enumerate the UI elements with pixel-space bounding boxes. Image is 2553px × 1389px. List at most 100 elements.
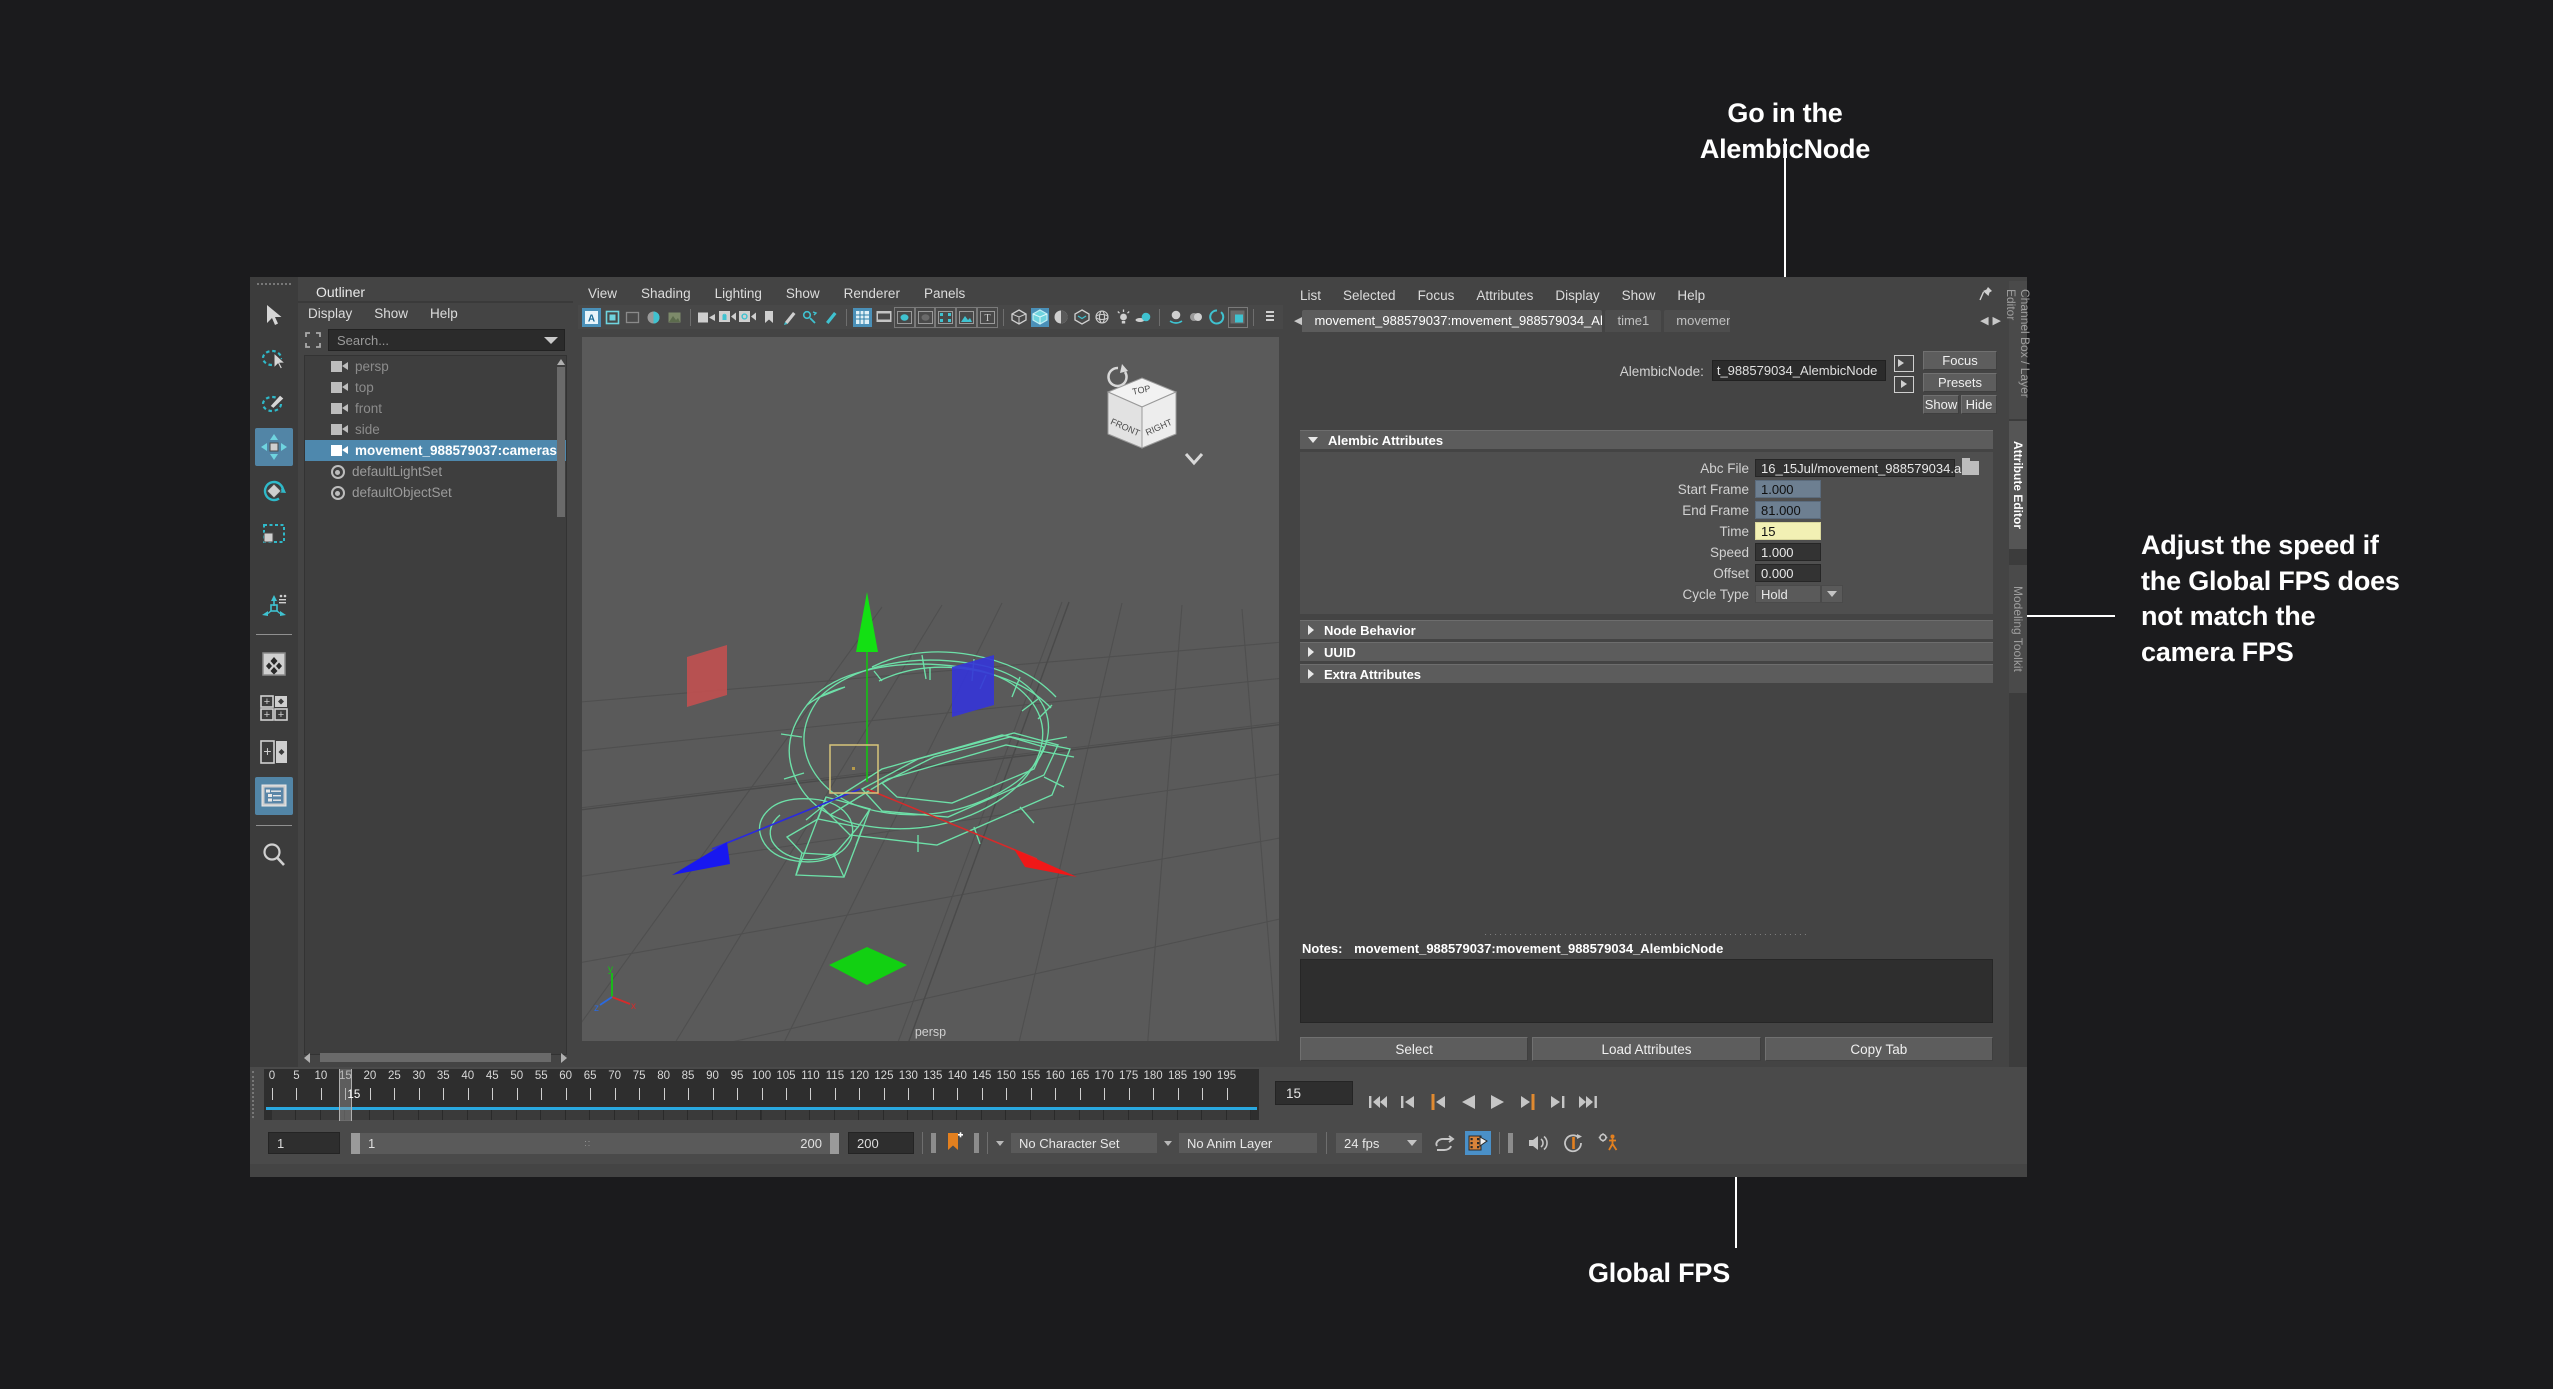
pin-icon[interactable] (1979, 286, 1993, 305)
notes-input[interactable] (1300, 959, 1993, 1023)
viewport-menu-panels[interactable]: Panels (924, 286, 965, 301)
timeline-cell[interactable] (1202, 1110, 1227, 1120)
panel-layout-icon[interactable]: + + + (255, 689, 293, 727)
viewport-menu-lighting[interactable]: Lighting (715, 286, 762, 301)
timeline-cell[interactable] (614, 1110, 640, 1120)
outliner-menu-display[interactable]: Display (308, 306, 352, 321)
frame-selection-icon[interactable] (304, 331, 322, 349)
timeline-cell[interactable] (688, 1110, 713, 1120)
section-node-behavior[interactable]: Node Behavior (1300, 620, 1993, 639)
viewport-menu-shading[interactable]: Shading (641, 286, 691, 301)
list-item[interactable]: defaultLightSet (305, 461, 566, 482)
timeline-cell[interactable] (1177, 1110, 1203, 1120)
fps-select[interactable]: 24 fps (1335, 1132, 1423, 1154)
section-alembic-attributes[interactable]: Alembic Attributes (1300, 430, 1993, 449)
outliner-persp-layout-icon[interactable] (255, 777, 293, 815)
character-set-dropdown-icon[interactable] (996, 1140, 1004, 1146)
range-slider[interactable]: 1 :: 200 (350, 1131, 840, 1155)
ae-menu-selected[interactable]: Selected (1343, 288, 1396, 303)
camera-attributes-icon[interactable] (603, 308, 622, 327)
scale-tool-icon[interactable] (255, 516, 293, 554)
timeline-cell[interactable] (516, 1110, 542, 1120)
outliner-horizontal-scrollbar[interactable] (304, 1052, 567, 1063)
timeline-track[interactable]: 0 5 10 15 20 25 30 35 40 45 50 55 60 65 70 75 80 85 90 95 10… (264, 1069, 1259, 1121)
viewport-menu-renderer[interactable]: Renderer (844, 286, 900, 301)
timeline-cell[interactable] (1104, 1110, 1129, 1120)
safe-action-icon[interactable] (956, 306, 978, 328)
scroll-up-arrow-icon[interactable] (556, 359, 565, 365)
anti-alias-icon[interactable] (1208, 308, 1227, 327)
timeline-cell[interactable] (590, 1110, 615, 1120)
viewport-canvas[interactable]: TOP FRONT RIGHT y x z persp (582, 337, 1279, 1041)
timeline-cell[interactable] (810, 1110, 835, 1120)
current-frame-input[interactable]: 15 (1275, 1081, 1353, 1105)
timeline-cell[interactable] (369, 1110, 395, 1120)
viewport-menu-show[interactable]: Show (786, 286, 820, 301)
toolbar-grip[interactable] (257, 283, 291, 288)
load-attributes-button[interactable]: Load Attributes (1532, 1037, 1761, 1061)
paint-brush-icon[interactable] (822, 308, 841, 327)
range-start-input[interactable]: 1 (268, 1132, 340, 1154)
step-forward-keyframe-icon[interactable] (1547, 1091, 1569, 1113)
timeline-cell[interactable] (883, 1110, 909, 1120)
go-to-start-icon[interactable] (1367, 1091, 1389, 1113)
outliner-menu-help[interactable]: Help (430, 306, 458, 321)
two-pane-layout-icon[interactable]: + (255, 733, 293, 771)
timeline-cell[interactable] (834, 1110, 860, 1120)
hide-button[interactable]: Hide (1961, 395, 1997, 414)
grease-pencil-settings-icon[interactable] (801, 308, 820, 327)
screen-space-ao-icon[interactable] (1166, 308, 1185, 327)
layout-presets-icon[interactable] (255, 645, 293, 683)
outliner-menu-show[interactable]: Show (374, 306, 408, 321)
speed-field[interactable]: 1.000 (1755, 543, 1821, 561)
animation-settings-icon[interactable] (1597, 1133, 1619, 1153)
timeline-cell[interactable] (785, 1110, 811, 1120)
timeline-cell[interactable] (663, 1110, 689, 1120)
focus-button[interactable]: Focus (1923, 351, 1997, 370)
list-item[interactable]: side (305, 419, 566, 440)
tab-alembic-node[interactable]: movement_988579037:movement_988579034_Al… (1302, 309, 1603, 332)
tabs-scroll-left-arrow-icon[interactable]: ◀ (1980, 314, 1988, 327)
chevron-down-icon[interactable] (544, 336, 558, 344)
zoom-icon[interactable] (255, 836, 293, 874)
timeline-grip[interactable] (252, 1071, 262, 1118)
camera-icon[interactable] (697, 308, 716, 327)
tabs-scroll-left-icon[interactable]: ◀ (1294, 314, 1302, 327)
range-slider-grip-dots[interactable]: :: (584, 1138, 591, 1148)
node-name-field[interactable]: t_988579034_AlembicNode (1711, 360, 1886, 381)
anim-layer-select[interactable]: No Anim Layer (1178, 1132, 1318, 1154)
range-end-input[interactable]: 200 (848, 1132, 914, 1154)
ae-menu-show[interactable]: Show (1622, 288, 1656, 303)
camera-lock-icon[interactable] (718, 308, 737, 327)
ae-menu-list[interactable]: List (1300, 288, 1321, 303)
offset-field[interactable]: 0.000 (1755, 564, 1821, 582)
scroll-left-arrow-icon[interactable] (304, 1052, 310, 1063)
side-tab-channel-box[interactable]: Channel Box / Layer Editor (2004, 281, 2032, 421)
presets-button[interactable]: Presets (1923, 373, 1997, 392)
step-back-keyframe-icon[interactable] (1397, 1091, 1419, 1113)
tab-movement[interactable]: movement_ (1664, 309, 1731, 332)
scroll-right-arrow-icon[interactable] (561, 1052, 567, 1063)
timeline-cell[interactable] (1079, 1110, 1105, 1120)
scroll-thumb-horizontal[interactable] (320, 1053, 551, 1062)
cycle-type-dropdown-icon[interactable] (1821, 585, 1843, 603)
playblast-icon[interactable] (1465, 1131, 1491, 1155)
play-forwards-icon[interactable] (1487, 1091, 1509, 1113)
tabs-scroll-right-arrow-icon[interactable]: ▶ (1993, 314, 2001, 327)
previous-node-icon[interactable] (1894, 355, 1914, 372)
loop-icon[interactable] (1433, 1135, 1455, 1151)
paint-select-tool-icon[interactable] (255, 384, 293, 422)
timeline-cell[interactable] (981, 1110, 1007, 1120)
grid-toggle-icon[interactable] (853, 307, 873, 327)
timeline-cell[interactable] (418, 1110, 444, 1120)
timeline-cell[interactable] (394, 1110, 419, 1120)
list-item[interactable]: persp (305, 356, 566, 377)
viewport-menu-view[interactable]: View (588, 286, 617, 301)
image-plane-icon[interactable] (624, 308, 643, 327)
outliner-list[interactable]: persp top front side movement_988579037:… (304, 355, 567, 1055)
end-frame-field[interactable]: 81.000 (1755, 501, 1821, 519)
timeline-cell[interactable] (1153, 1110, 1178, 1120)
move-tool-icon[interactable] (255, 428, 293, 466)
lasso-select-tool-icon[interactable] (255, 340, 293, 378)
timeline-cell[interactable] (859, 1110, 884, 1120)
